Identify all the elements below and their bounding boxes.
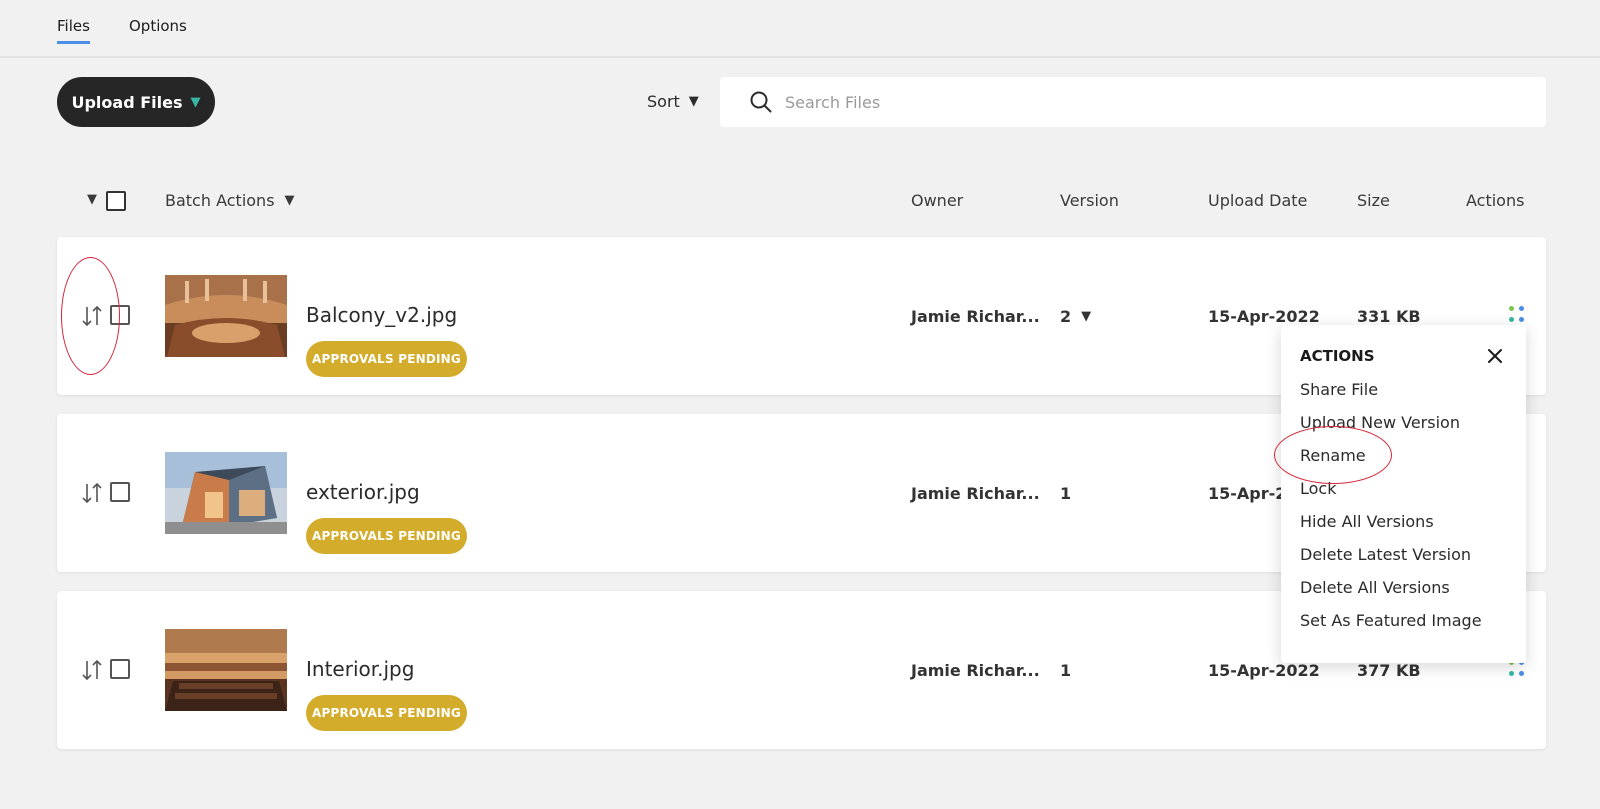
menu-item-rename[interactable]: Rename — [1300, 446, 1366, 465]
more-actions-icon[interactable] — [1507, 305, 1527, 325]
file-name[interactable]: exterior.jpg — [306, 480, 420, 504]
menu-item-share-file[interactable]: Share File — [1300, 380, 1378, 399]
column-header-actions: Actions — [1466, 191, 1525, 210]
upload-date: 15-Apr-2022 — [1208, 307, 1320, 326]
status-badge: APPROVALS PENDING — [306, 518, 467, 554]
menu-item-lock[interactable]: Lock — [1300, 479, 1336, 498]
table-header: ▼ Batch Actions ▼ Owner Version Upload D… — [0, 186, 1600, 216]
menu-item-set-as-featured-image[interactable]: Set As Featured Image — [1300, 611, 1482, 630]
row-checkbox[interactable] — [110, 482, 130, 502]
column-header-owner: Owner — [911, 191, 964, 210]
search-box — [720, 77, 1546, 127]
row-checkbox[interactable] — [110, 659, 130, 679]
actions-menu-title: ACTIONS — [1300, 347, 1375, 365]
file-thumbnail[interactable] — [165, 452, 287, 534]
close-icon[interactable] — [1487, 348, 1503, 364]
file-owner: Jamie Richar... — [911, 307, 1040, 326]
menu-item-delete-all-versions[interactable]: Delete All Versions — [1300, 578, 1450, 597]
column-header-size: Size — [1357, 191, 1390, 210]
select-all-checkbox[interactable] — [106, 191, 126, 211]
search-input[interactable] — [785, 92, 1485, 112]
row-checkbox[interactable] — [110, 305, 130, 325]
upload-files-label: Upload Files — [71, 92, 183, 112]
top-tab-bar: Files Options — [0, 0, 1600, 58]
version-number-cell: 1 — [1060, 484, 1071, 503]
file-name[interactable]: Balcony_v2.jpg — [306, 303, 457, 327]
caret-down-icon: ▼ — [1081, 309, 1092, 324]
caret-down-icon: ▼ — [190, 94, 201, 110]
sort-label: Sort — [647, 92, 680, 111]
version-number: 1 — [1060, 484, 1072, 503]
reorder-arrows-icon[interactable] — [81, 659, 103, 681]
select-caret-icon[interactable]: ▼ — [87, 192, 97, 207]
batch-actions-dropdown[interactable]: Batch Actions ▼ — [165, 191, 295, 210]
column-header-version: Version — [1060, 191, 1119, 210]
version-number-cell: 1 — [1060, 661, 1071, 680]
batch-actions-label: Batch Actions — [165, 191, 275, 210]
file-owner: Jamie Richar... — [911, 484, 1040, 503]
version-selector[interactable]: 2 ▼ — [1060, 307, 1091, 326]
actions-menu: ACTIONS Share File Upload New Version Re… — [1281, 325, 1526, 663]
caret-down-icon: ▼ — [284, 193, 295, 208]
file-owner: Jamie Richar... — [911, 661, 1040, 680]
search-icon — [750, 91, 772, 113]
upload-date: 15-Apr-2022 — [1208, 661, 1320, 680]
status-badge: APPROVALS PENDING — [306, 695, 467, 731]
reorder-arrows-icon[interactable] — [81, 305, 103, 327]
caret-down-icon: ▼ — [688, 94, 699, 109]
version-number: 1 — [1060, 661, 1072, 680]
menu-item-delete-latest-version[interactable]: Delete Latest Version — [1300, 545, 1471, 564]
file-size: 331 KB — [1357, 307, 1421, 326]
file-thumbnail[interactable] — [165, 629, 287, 711]
status-badge: APPROVALS PENDING — [306, 341, 467, 377]
file-thumbnail[interactable] — [165, 275, 287, 357]
upload-date: 15-Apr-2 — [1208, 484, 1287, 503]
tab-files[interactable]: Files — [57, 17, 90, 44]
tab-options[interactable]: Options — [129, 17, 187, 41]
reorder-arrows-icon[interactable] — [81, 482, 103, 504]
file-name[interactable]: Interior.jpg — [306, 657, 414, 681]
file-size: 377 KB — [1357, 661, 1421, 680]
upload-files-button[interactable]: Upload Files ▼ — [57, 77, 215, 127]
menu-item-upload-new-version[interactable]: Upload New Version — [1300, 413, 1460, 432]
sort-dropdown[interactable]: Sort ▼ — [647, 92, 699, 111]
version-number: 2 — [1060, 307, 1072, 326]
column-header-upload-date: Upload Date — [1208, 191, 1308, 210]
menu-item-hide-all-versions[interactable]: Hide All Versions — [1300, 512, 1434, 531]
